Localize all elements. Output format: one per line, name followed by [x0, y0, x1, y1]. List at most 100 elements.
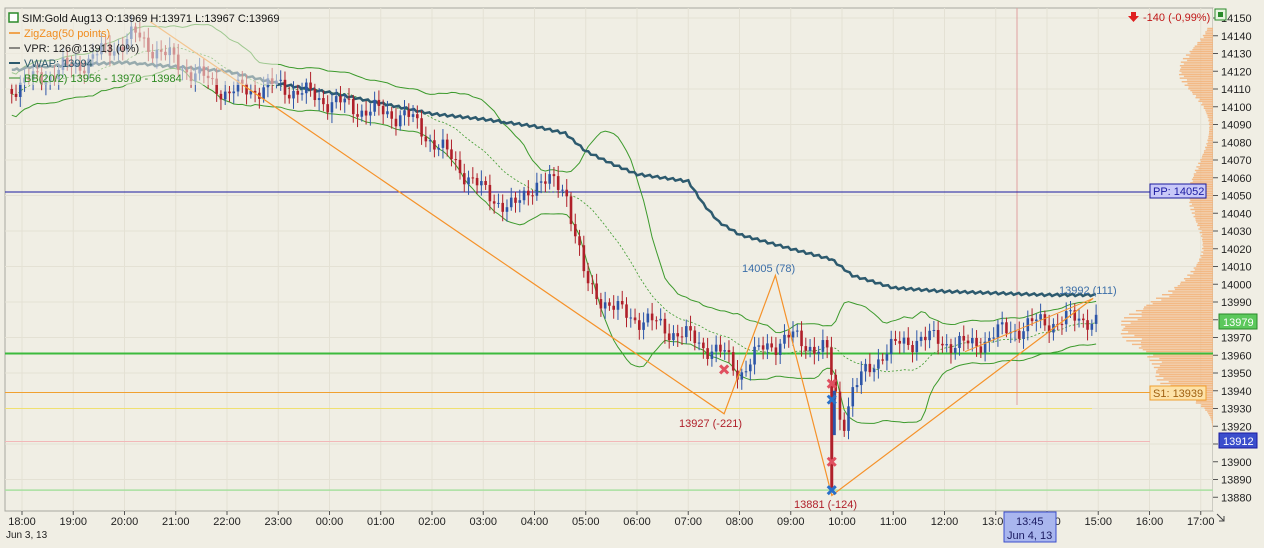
profile-bar: [1183, 58, 1213, 59]
profile-bar: [1209, 415, 1213, 416]
candle-body: [523, 191, 526, 201]
profile-bar: [1194, 175, 1213, 176]
candle-body: [702, 343, 705, 349]
pp-level-flag: PP: 14052: [1150, 184, 1208, 198]
time-tick-label: 18:00: [8, 516, 36, 528]
candle-body: [864, 364, 867, 372]
profile-bar: [1169, 296, 1213, 297]
candle-body: [975, 338, 978, 346]
price-tick-label: 14030: [1221, 226, 1252, 238]
profile-bar: [1142, 315, 1213, 316]
candle-body: [800, 331, 803, 347]
price-chart[interactable]: 14005 (78) 13927 (-221) 13881 (-124) 139…: [0, 0, 1264, 543]
candle-body: [510, 198, 513, 208]
candle-body: [570, 196, 573, 224]
candle-body: [941, 344, 944, 346]
candle-body: [856, 385, 859, 387]
profile-bar: [1178, 285, 1213, 286]
s1-level-flag: S1: 13939: [1150, 386, 1206, 400]
profile-bar: [1192, 179, 1213, 180]
candle-body: [924, 337, 927, 340]
profile-bar: [1212, 422, 1213, 423]
profile-bar: [1200, 38, 1213, 39]
legend[interactable]: SIM:Gold Aug13 O:13969 H:13971 L:13967 C…: [6, 9, 279, 85]
price-tick-label: 14140: [1221, 31, 1252, 43]
candle-body: [467, 177, 470, 184]
profile-bar: [1189, 202, 1213, 203]
candle-body: [378, 100, 381, 106]
profile-bar: [1202, 244, 1213, 245]
candle-body: [429, 140, 432, 141]
candle-body: [950, 344, 953, 353]
candle-body: [770, 343, 773, 347]
candle-body: [805, 346, 808, 351]
profile-bar: [1122, 330, 1213, 331]
crosshair-date: Jun 4, 13: [1007, 530, 1052, 542]
candle-body: [318, 98, 321, 100]
candle-body: [728, 350, 731, 352]
candle-body: [407, 110, 410, 117]
candle-body: [228, 92, 231, 94]
profile-bar: [1190, 182, 1213, 183]
profile-bar: [1211, 420, 1213, 421]
profile-bar: [1180, 69, 1213, 70]
candle-body: [565, 190, 568, 197]
candle-body: [664, 319, 667, 334]
candle-body: [612, 306, 615, 310]
chart-options-button[interactable]: [1215, 9, 1226, 20]
candle-body: [386, 111, 389, 114]
resize-corner-button[interactable]: [1214, 511, 1226, 522]
candle-body: [971, 338, 974, 343]
profile-bar: [1190, 200, 1213, 201]
current-price-label: 13979: [1223, 317, 1254, 329]
candle-body: [638, 320, 641, 330]
candle-body: [907, 338, 910, 345]
candle-body: [305, 83, 308, 94]
candle-body: [561, 190, 564, 191]
candle-body: [945, 344, 948, 345]
price-tick-label: 14060: [1221, 173, 1252, 185]
profile-bar: [1197, 44, 1213, 45]
profile-bar: [1206, 143, 1213, 144]
candle-body: [1005, 322, 1008, 333]
candle-body: [433, 140, 436, 149]
candle-body: [873, 369, 876, 372]
candle-body: [1069, 310, 1072, 311]
legend-vwap: VWAP: 13994: [24, 58, 93, 70]
time-tick-label: 03:00: [469, 516, 497, 528]
time-tick-label: 17:00: [1187, 516, 1215, 528]
profile-bar: [1204, 37, 1213, 38]
candle-body: [745, 371, 748, 372]
profile-bar: [1180, 65, 1213, 66]
profile-bar: [1198, 223, 1213, 224]
crosshair-price-label: 13912: [1223, 436, 1254, 448]
profile-bar: [1205, 147, 1213, 148]
profile-bar: [1156, 370, 1213, 371]
time-tick-label: 15:00: [1084, 516, 1112, 528]
candle-body: [245, 84, 248, 95]
candle-body: [279, 80, 282, 81]
profile-bar: [1199, 260, 1213, 261]
profile-bar: [1200, 227, 1213, 228]
candle-body: [459, 160, 462, 173]
profile-bar: [1181, 282, 1213, 283]
profile-bar: [1160, 383, 1213, 384]
candle-body: [1018, 331, 1021, 339]
profile-bar: [1161, 299, 1213, 300]
profile-bar: [1189, 86, 1213, 87]
profile-bar: [1203, 241, 1213, 242]
candle-body: [1078, 319, 1081, 321]
profile-bar: [1142, 338, 1213, 339]
profile-bar: [1201, 161, 1213, 162]
profile-bar: [1190, 51, 1213, 52]
profile-bar: [1209, 127, 1213, 128]
candle-body: [390, 111, 393, 118]
candle-body: [783, 335, 786, 344]
candle-body: [232, 92, 235, 94]
time-tick-label: 04:00: [521, 516, 549, 528]
candle-body: [322, 98, 325, 104]
candle-body: [578, 236, 581, 245]
candle-body: [343, 99, 346, 103]
candle-body: [775, 347, 778, 355]
candle-body: [420, 118, 423, 136]
